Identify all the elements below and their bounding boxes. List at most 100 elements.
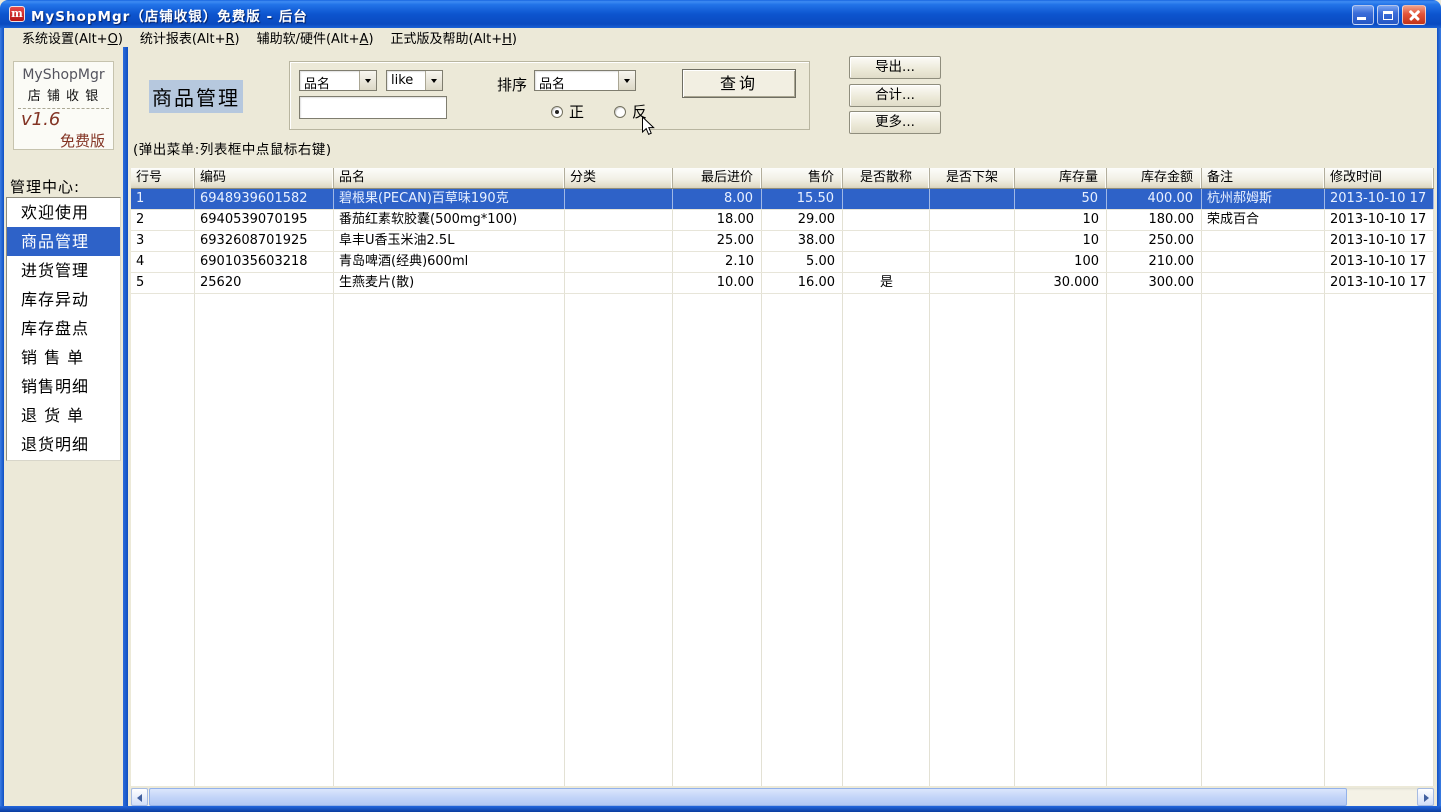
table-row-2[interactable]: 26940539070195番茄红素软胶囊(500mg*100)18.0029.… (131, 210, 1434, 231)
cell: 2013-10-10 17 (1325, 252, 1434, 272)
table-row-4[interactable]: 46901035603218青岛啤酒(经典)600ml2.105.0010021… (131, 252, 1434, 273)
column-header-1[interactable]: 编码 (195, 168, 334, 188)
cell: 青岛啤酒(经典)600ml (334, 252, 565, 272)
radio-descending-label: 反 (632, 101, 647, 122)
column-header-5[interactable]: 售价 (762, 168, 843, 188)
query-button[interactable]: 查询 (682, 69, 796, 98)
column-header-9[interactable]: 库存金额 (1107, 168, 1202, 188)
sidebar-item-7[interactable]: 退 货 单 (7, 401, 120, 430)
arrow-left-icon (137, 794, 142, 802)
sidebar-item-4[interactable]: 库存盘点 (7, 314, 120, 343)
export-button[interactable]: 导出... (849, 56, 941, 79)
menu-item-2[interactable]: 辅助软/硬件(Alt+A) (249, 28, 382, 47)
column-header-10[interactable]: 备注 (1202, 168, 1325, 188)
cell: 10.00 (673, 273, 762, 293)
cell (843, 252, 930, 272)
cell (930, 210, 1015, 230)
menu-item-3[interactable]: 正式版及帮助(Alt+H) (383, 28, 525, 47)
cell: 2013-10-10 17 (1325, 210, 1434, 230)
scrollbar-thumb[interactable] (149, 788, 1347, 806)
search-operator-combo[interactable]: like (386, 70, 443, 91)
cell: 2 (131, 210, 195, 230)
window-frame-right (1437, 28, 1441, 806)
maximize-icon (1383, 11, 1393, 20)
cell: 180.00 (1107, 210, 1202, 230)
dropdown-button[interactable] (618, 71, 635, 90)
titlebar[interactable]: m MyShopMgr（店铺收银）免费版 - 后台 (0, 0, 1441, 28)
arrow-right-icon (1424, 794, 1429, 802)
cell (565, 210, 673, 230)
cell: 100 (1015, 252, 1107, 272)
cell (565, 252, 673, 272)
maximize-button[interactable] (1377, 5, 1399, 25)
logo-version: v1.6 (14, 110, 113, 130)
sidebar-item-2[interactable]: 进货管理 (7, 256, 120, 285)
column-header-6[interactable]: 是否散称 (843, 168, 930, 188)
product-table: 行号编码品名分类最后进价售价是否散称是否下架库存量库存金额备注修改时间 1694… (131, 168, 1434, 786)
radio-ascending[interactable] (551, 106, 563, 118)
popup-menu-hint: (弹出菜单:列表框中点鼠标右键) (133, 138, 332, 158)
table-row-1[interactable]: 16948939601582碧根果(PECAN)百草味190克8.0015.50… (131, 189, 1434, 210)
cell: 18.00 (673, 210, 762, 230)
cell (1202, 252, 1325, 272)
column-header-7[interactable]: 是否下架 (930, 168, 1015, 188)
cell: 6948939601582 (195, 189, 334, 209)
search-field-combo[interactable]: 品名 (299, 70, 377, 91)
minimize-button[interactable] (1352, 5, 1374, 25)
cell (843, 231, 930, 251)
chevron-down-icon (365, 79, 371, 83)
cell: 210.00 (1107, 252, 1202, 272)
column-header-2[interactable]: 品名 (334, 168, 565, 188)
horizontal-scrollbar[interactable] (131, 788, 1434, 806)
scroll-left-button[interactable] (131, 788, 148, 806)
cell: 25620 (195, 273, 334, 293)
sort-combo-value: 品名 (539, 73, 565, 92)
column-header-8[interactable]: 库存量 (1015, 168, 1107, 188)
search-input[interactable] (299, 96, 447, 119)
close-button[interactable] (1402, 5, 1426, 25)
sidebar-item-5[interactable]: 销 售 单 (7, 343, 120, 372)
cell: 10 (1015, 210, 1107, 230)
chevron-down-icon (431, 79, 437, 83)
cell: 荣成百合 (1202, 210, 1325, 230)
table-row-3[interactable]: 36932608701925阜丰U香玉米油2.5L25.0038.0010250… (131, 231, 1434, 252)
sidebar-item-3[interactable]: 库存异动 (7, 285, 120, 314)
sidebar-item-8[interactable]: 退货明细 (7, 430, 120, 459)
sidebar-item-1[interactable]: 商品管理 (7, 227, 120, 256)
cell: 250.00 (1107, 231, 1202, 251)
menu-item-1[interactable]: 统计报表(Alt+R) (132, 28, 248, 47)
cell: 阜丰U香玉米油2.5L (334, 231, 565, 251)
window-title: MyShopMgr（店铺收银）免费版 - 后台 (31, 5, 308, 25)
column-header-0[interactable]: 行号 (131, 168, 195, 188)
cell: 碧根果(PECAN)百草味190克 (334, 189, 565, 209)
more-button[interactable]: 更多... (849, 111, 941, 134)
sidebar-item-0[interactable]: 欢迎使用 (7, 198, 120, 227)
scroll-right-button[interactable] (1417, 788, 1434, 806)
column-header-4[interactable]: 最后进价 (673, 168, 762, 188)
table-row-5[interactable]: 525620生燕麦片(散)10.0016.00是30.000300.002013… (131, 273, 1434, 294)
column-header-3[interactable]: 分类 (565, 168, 673, 188)
menu-item-0[interactable]: 系统设置(Alt+O) (14, 28, 131, 47)
sidebar-item-6[interactable]: 销售明细 (7, 372, 120, 401)
radio-descending[interactable] (614, 106, 626, 118)
cell: 29.00 (762, 210, 843, 230)
cell: 16.00 (762, 273, 843, 293)
cell: 6901035603218 (195, 252, 334, 272)
page-title: 商品管理 (149, 80, 243, 113)
dropdown-button[interactable] (359, 71, 376, 90)
cell: 6940539070195 (195, 210, 334, 230)
cell: 6932608701925 (195, 231, 334, 251)
column-header-11[interactable]: 修改时间 (1325, 168, 1434, 188)
cell: 400.00 (1107, 189, 1202, 209)
app-logo: MyShopMgr 店 铺 收 银 v1.6 免费版 (13, 61, 114, 150)
window-frame-left (0, 28, 4, 806)
sort-combo[interactable]: 品名 (534, 70, 636, 91)
dropdown-button[interactable] (425, 71, 442, 90)
logo-edition: 免费版 (14, 130, 113, 151)
cell (565, 189, 673, 209)
table-header: 行号编码品名分类最后进价售价是否散称是否下架库存量库存金额备注修改时间 (131, 168, 1434, 189)
search-field-value: 品名 (304, 73, 330, 92)
total-button[interactable]: 合计... (849, 84, 941, 107)
cell (843, 189, 930, 209)
cell (565, 273, 673, 293)
